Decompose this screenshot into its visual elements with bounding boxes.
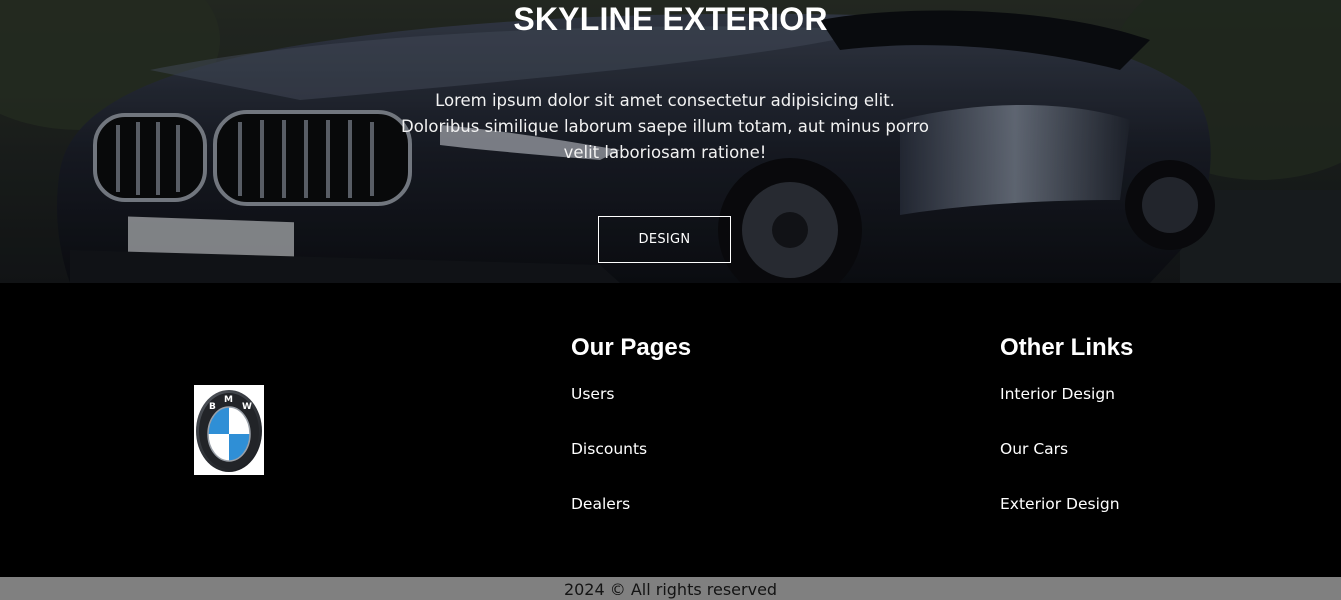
- hero-section: SKYLINE EXTERIOR Lorem ipsum dolor sit a…: [0, 0, 1341, 283]
- footer-link-interior-design[interactable]: Interior Design: [1000, 383, 1133, 405]
- svg-text:B: B: [209, 402, 216, 412]
- footer-link-users[interactable]: Users: [571, 383, 691, 405]
- footer-link-dealers[interactable]: Dealers: [571, 493, 691, 515]
- design-button[interactable]: DESIGN: [598, 216, 731, 263]
- hero-title: SKYLINE EXTERIOR: [513, 1, 828, 37]
- svg-text:M: M: [224, 395, 233, 405]
- bmw-logo[interactable]: B M W: [194, 385, 264, 475]
- copyright-bar: 2024 © All rights reserved: [0, 577, 1341, 600]
- svg-text:W: W: [242, 402, 252, 412]
- hero-description: Lorem ipsum dolor sit amet consectetur a…: [400, 91, 930, 162]
- footer-link-exterior-design[interactable]: Exterior Design: [1000, 493, 1133, 515]
- other-links-column: Other Links Interior Design Our Cars Ext…: [1000, 331, 1133, 548]
- footer-link-discounts[interactable]: Discounts: [571, 438, 691, 460]
- other-links-heading: Other Links: [1000, 334, 1134, 361]
- our-pages-column: Our Pages Users Discounts Dealers: [571, 331, 691, 548]
- bmw-logo-icon: B M W: [196, 390, 262, 472]
- footer-link-our-cars[interactable]: Our Cars: [1000, 438, 1133, 460]
- footer: B M W Our Pages Users Discounts Dealers …: [0, 283, 1341, 577]
- our-pages-heading: Our Pages: [571, 334, 692, 361]
